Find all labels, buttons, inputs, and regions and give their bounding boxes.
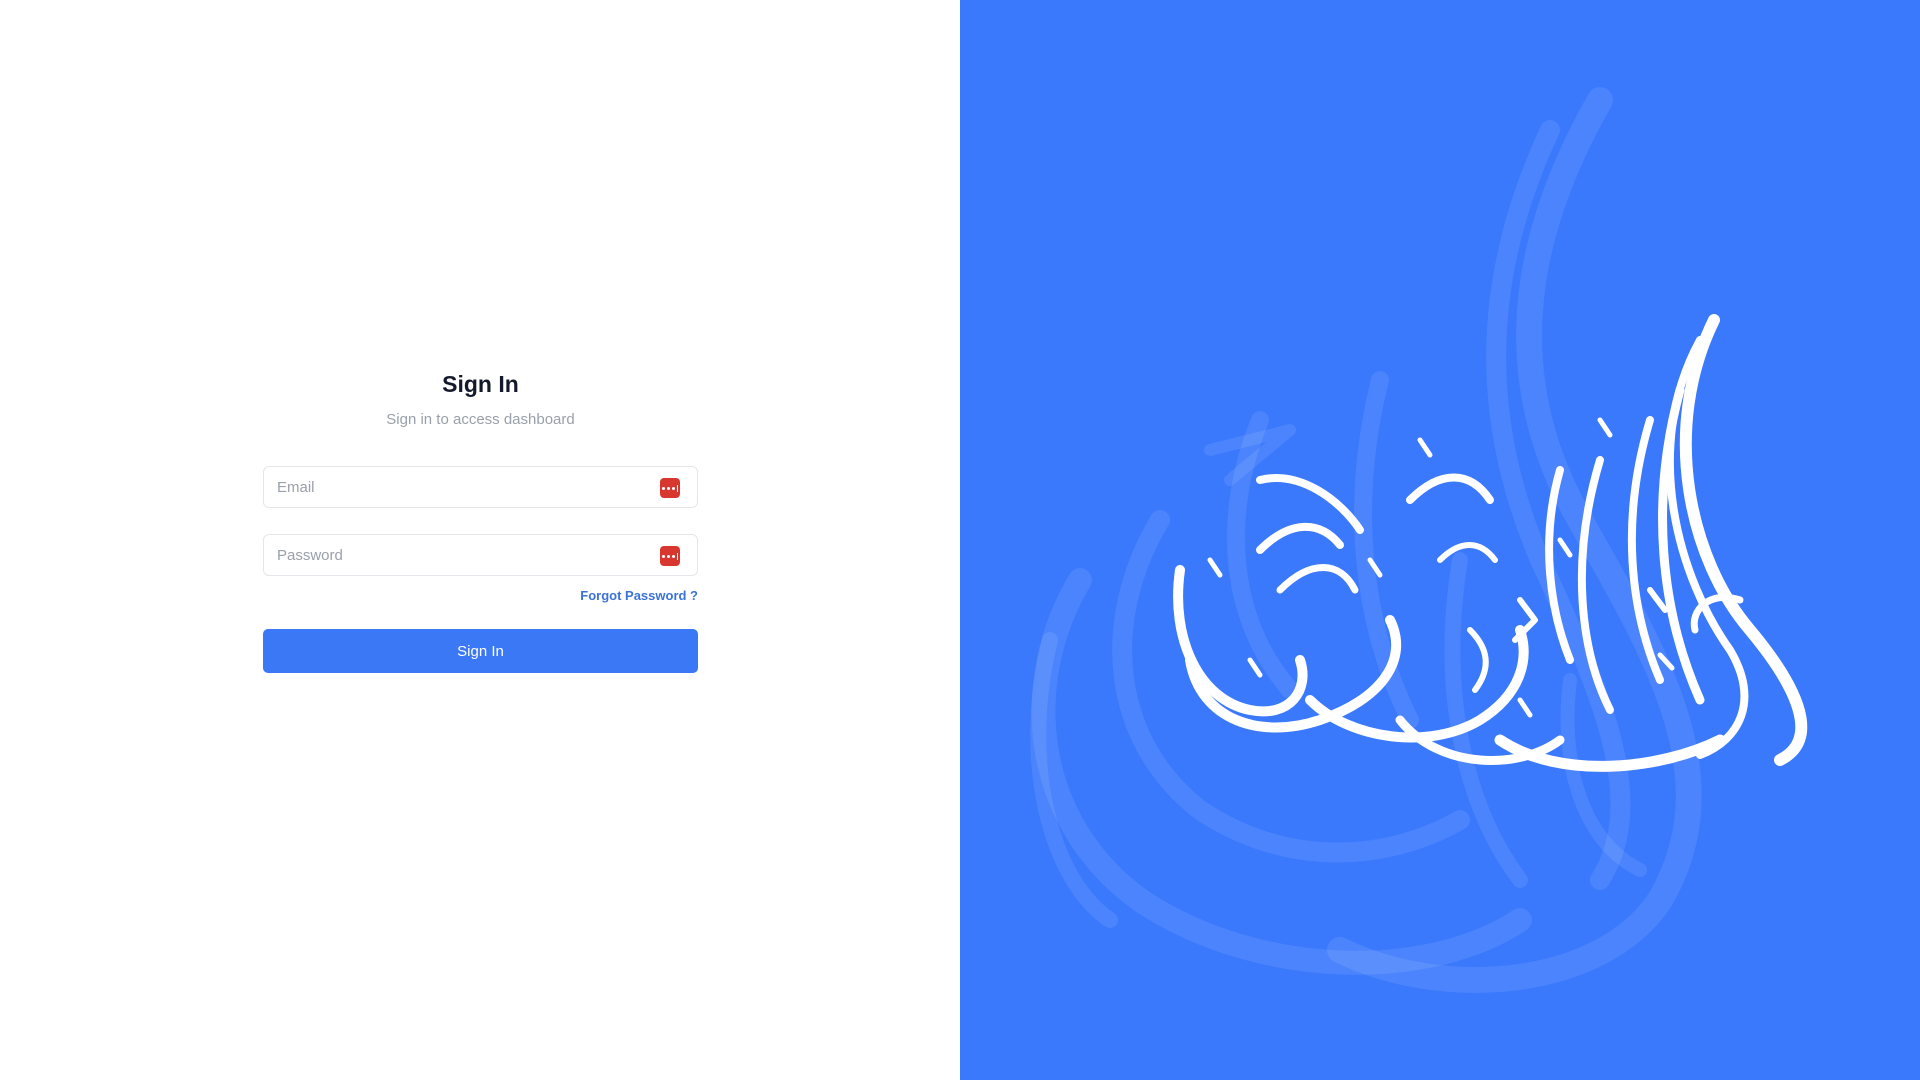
password-field[interactable] (264, 535, 697, 575)
forgot-password-link[interactable]: Forgot Password ? (580, 588, 698, 603)
sign-in-form: Sign In Sign in to access dashboard Forg… (263, 368, 698, 673)
email-field-wrapper (263, 466, 698, 508)
page-title: Sign In (442, 371, 519, 397)
login-page: Sign In Sign in to access dashboard Forg… (0, 0, 1920, 1080)
sign-in-button[interactable]: Sign In (263, 629, 698, 673)
background-calligraphy (1030, 87, 1702, 993)
forgot-password-row: Forgot Password ? (263, 588, 698, 604)
page-subtitle: Sign in to access dashboard (386, 411, 575, 428)
login-panel: Sign In Sign in to access dashboard Forg… (0, 0, 960, 1080)
email-field[interactable] (264, 467, 697, 507)
brand-panel (960, 0, 1920, 1080)
password-field-wrapper (263, 534, 698, 576)
calligraphy-logo-art (1030, 87, 1808, 993)
password-manager-icon[interactable] (660, 478, 680, 498)
password-manager-icon[interactable] (660, 546, 680, 566)
